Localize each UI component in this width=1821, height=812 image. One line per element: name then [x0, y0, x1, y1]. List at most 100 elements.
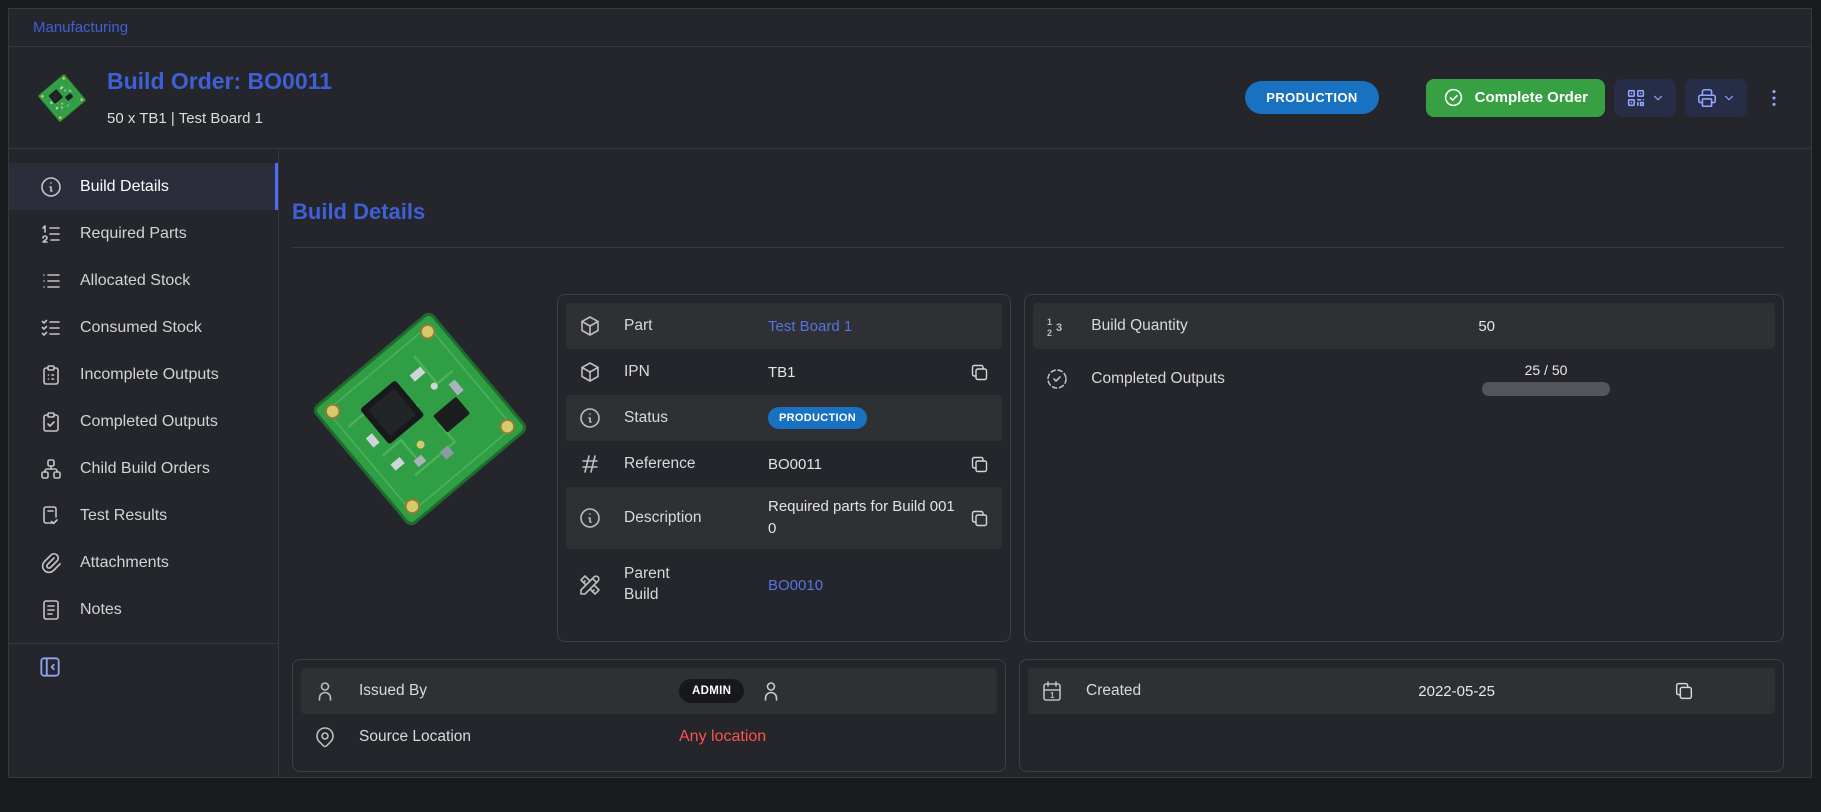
list-check-icon	[39, 316, 63, 340]
panel-heading: Build Details	[292, 199, 1784, 225]
dots-vertical-icon	[1763, 87, 1785, 109]
sidebar-item-label: Attachments	[80, 554, 169, 572]
sitemap-icon	[39, 457, 63, 481]
clipboard-check-icon	[39, 410, 63, 434]
app-container: Manufacturing Build Order: BO0011 50 x T…	[8, 8, 1812, 778]
menu-dots-button[interactable]	[1763, 87, 1785, 109]
sidebar-item-child-build-orders[interactable]: Child Build Orders	[9, 445, 278, 492]
breadcrumb: Manufacturing	[9, 9, 1811, 47]
sidebar: Build Details Required Parts Allocated S…	[9, 149, 279, 777]
copy-button[interactable]	[969, 454, 990, 475]
main-panel: Build Details Part Test Board 1	[279, 149, 1811, 777]
detail-row-part: Part Test Board 1	[566, 303, 1002, 349]
paperclip-icon	[39, 551, 63, 575]
status-badge: PRODUCTION	[1245, 81, 1378, 114]
chevron-down-icon	[1722, 91, 1736, 105]
breadcrumb-link-manufacturing[interactable]: Manufacturing	[33, 19, 128, 36]
sidebar-item-label: Build Details	[80, 178, 169, 196]
detail-value: BO0011	[768, 456, 822, 473]
sidebar-item-test-results[interactable]: Test Results	[9, 492, 278, 539]
sidebar-item-notes[interactable]: Notes	[9, 586, 278, 633]
sidebar-item-label: Required Parts	[80, 225, 187, 243]
detail-row-created: 1 Created 2022-05-25	[1028, 668, 1775, 714]
detail-label: Part	[624, 316, 768, 337]
print-actions-button[interactable]	[1685, 79, 1747, 117]
part-image[interactable]	[300, 294, 540, 544]
box-icon	[578, 314, 624, 338]
detail-label: Description	[624, 508, 768, 529]
detail-label: Issued By	[359, 682, 679, 700]
issued-by-value: ADMIN	[679, 679, 783, 703]
detail-row-build-quantity: 123 Build Quantity 50	[1033, 303, 1775, 349]
part-details-card: Part Test Board 1 IPN TB1	[557, 294, 1011, 642]
part-thumbnail[interactable]	[35, 68, 89, 128]
info-circle-icon	[578, 506, 624, 530]
detail-row-completed-outputs: Completed Outputs 25 / 50	[1033, 349, 1775, 409]
detail-label: Completed Outputs	[1091, 370, 1225, 388]
complete-order-label: Complete Order	[1475, 89, 1588, 106]
copy-icon	[969, 454, 990, 475]
info-circle-icon	[39, 175, 63, 199]
sidebar-item-allocated-stock[interactable]: Allocated Stock	[9, 257, 278, 304]
calendar-icon: 1	[1040, 679, 1086, 703]
map-pin-icon	[313, 725, 359, 749]
detail-value: TB1	[768, 364, 796, 381]
copy-button[interactable]	[969, 362, 990, 383]
source-location-value: Any location	[679, 728, 766, 746]
detail-label: Reference	[624, 454, 768, 475]
svg-text:3: 3	[1056, 322, 1062, 334]
sidebar-item-build-details[interactable]: Build Details	[9, 163, 278, 210]
detail-label: IPN	[624, 362, 768, 383]
chevron-down-icon	[1651, 91, 1665, 105]
progress-bar	[1482, 382, 1610, 396]
sidebar-item-incomplete-outputs[interactable]: Incomplete Outputs	[9, 351, 278, 398]
copy-button[interactable]	[969, 508, 990, 529]
svg-text:2: 2	[1047, 328, 1052, 338]
sidebar-item-required-parts[interactable]: Required Parts	[9, 210, 278, 257]
sidebar-item-completed-outputs[interactable]: Completed Outputs	[9, 398, 278, 445]
box-icon	[578, 360, 624, 384]
sidebar-item-label: Consumed Stock	[80, 319, 202, 337]
sidebar-item-label: Notes	[80, 601, 122, 619]
parent-build-link[interactable]: BO0010	[768, 577, 823, 594]
status-badge-small: PRODUCTION	[768, 407, 867, 429]
printer-icon	[1696, 87, 1718, 109]
detail-label: Build Quantity	[1091, 317, 1188, 335]
qrcode-icon	[1625, 87, 1647, 109]
sidebar-item-consumed-stock[interactable]: Consumed Stock	[9, 304, 278, 351]
list-icon	[39, 269, 63, 293]
sidebar-collapse-button[interactable]	[37, 654, 63, 680]
svg-text:1: 1	[1050, 691, 1055, 700]
detail-value: Required parts for Build 0010	[768, 496, 960, 541]
sidebar-item-attachments[interactable]: Attachments	[9, 539, 278, 586]
page-header: Build Order: BO0011 50 x TB1 | Test Boar…	[9, 47, 1811, 149]
issue-card: Issued By ADMIN Source Location	[292, 659, 1006, 772]
svg-text:1: 1	[1047, 317, 1052, 327]
sidebar-item-label: Completed Outputs	[80, 413, 218, 431]
copy-icon	[1673, 680, 1695, 702]
page-subtitle: 50 x TB1 | Test Board 1	[107, 110, 332, 127]
sidebar-item-label: Incomplete Outputs	[80, 366, 219, 384]
barcode-actions-button[interactable]	[1614, 79, 1676, 117]
sidebar-divider	[9, 643, 278, 644]
created-card: 1 Created 2022-05-25	[1019, 659, 1784, 772]
progress-label: 25 / 50	[1525, 362, 1568, 378]
hash-icon	[578, 452, 624, 476]
clipboard-icon	[39, 363, 63, 387]
detail-value: 50	[1478, 318, 1495, 335]
file-check-icon	[39, 504, 63, 528]
detail-row-ipn: IPN TB1	[566, 349, 1002, 395]
part-link[interactable]: Test Board 1	[768, 318, 852, 335]
copy-icon	[969, 362, 990, 383]
detail-value: 2022-05-25	[1418, 683, 1495, 700]
detail-label: Source Location	[359, 728, 679, 746]
numbers-123-icon: 123	[1045, 314, 1091, 338]
detail-row-status: Status PRODUCTION	[566, 395, 1002, 441]
quantity-card: 123 Build Quantity 50 Completed Outputs …	[1024, 294, 1784, 642]
detail-label: Parent Build	[624, 564, 768, 606]
user-badge: ADMIN	[679, 679, 744, 703]
copy-button[interactable]	[1673, 680, 1695, 702]
tools-icon	[578, 573, 624, 597]
complete-order-button[interactable]: Complete Order	[1426, 79, 1605, 117]
panel-collapse-icon	[37, 654, 63, 680]
